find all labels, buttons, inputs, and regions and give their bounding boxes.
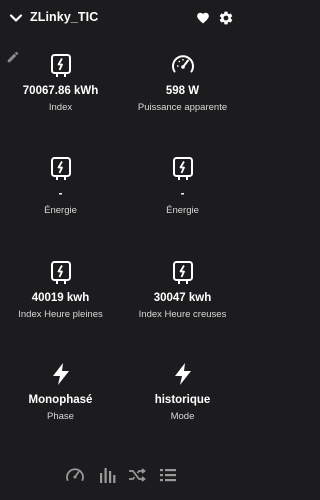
tile-label: Index Heure pleines (18, 309, 103, 320)
tile-label: Énergie (44, 205, 77, 216)
tile-value: 598 W (165, 85, 200, 97)
tile-index-offpeak[interactable]: 30047 kwh Index Heure creuses (122, 259, 243, 359)
tile-index-peak[interactable]: 40019 kwh Index Heure pleines (0, 259, 121, 359)
tile-apparent-power[interactable]: 598 W Puissance apparente (122, 52, 243, 152)
tile-label: Puissance apparente (137, 102, 228, 113)
chevron-down-icon[interactable] (9, 11, 23, 25)
gauge-icon (170, 52, 196, 78)
tile-value: - (58, 188, 63, 200)
meter-icon (170, 155, 196, 181)
tile-label: Mode (170, 411, 195, 422)
tile-energy-2[interactable]: - Énergie (122, 155, 243, 255)
tile-label: Phase (47, 411, 74, 422)
meter-icon (170, 259, 196, 285)
gear-icon[interactable] (218, 10, 234, 26)
shuffle-icon[interactable] (126, 464, 148, 486)
tile-label: Énergie (166, 205, 199, 216)
tile-value: Monophasé (28, 394, 93, 406)
tile-index[interactable]: 70067.86 kWh Index (0, 52, 121, 152)
bottom-nav (0, 460, 243, 490)
tile-value: 40019 kwh (31, 292, 90, 304)
device-title: ZLinky_TIC (30, 10, 99, 24)
app-header: ZLinky_TIC (0, 0, 243, 38)
tile-label: Index (48, 102, 73, 113)
heart-icon[interactable] (196, 11, 210, 25)
speedometer-icon[interactable] (64, 464, 86, 486)
list-icon[interactable] (157, 464, 179, 486)
bar-chart-icon[interactable] (96, 464, 118, 486)
lightning-icon (170, 361, 196, 387)
tile-label: Index Heure creuses (138, 309, 227, 320)
tile-mode[interactable]: historique Mode (122, 361, 243, 461)
meter-icon (48, 155, 74, 181)
meter-icon (48, 52, 74, 78)
meter-icon (48, 259, 74, 285)
lightning-icon (48, 361, 74, 387)
tile-value: 30047 kwh (153, 292, 212, 304)
tile-energy-1[interactable]: - Énergie (0, 155, 121, 255)
tile-value: - (180, 188, 185, 200)
tile-value: historique (154, 394, 211, 406)
tile-value: 70067.86 kWh (22, 85, 99, 97)
tile-phase[interactable]: Monophasé Phase (0, 361, 121, 461)
